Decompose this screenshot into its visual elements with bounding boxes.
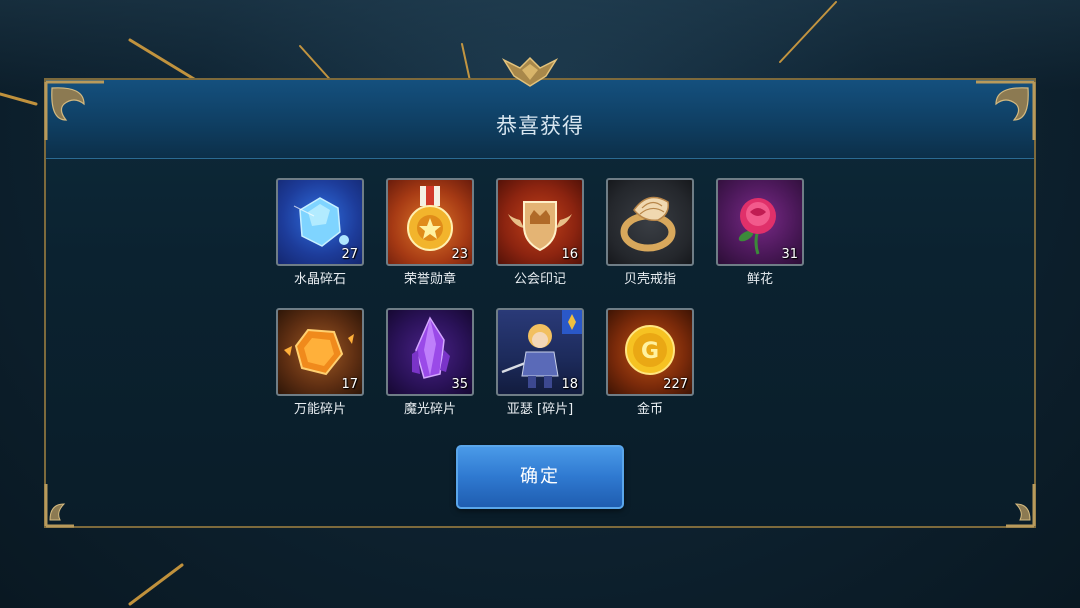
item-name: 荣誉勋章 (403, 272, 456, 287)
crest-emblem-icon (502, 56, 558, 87)
item-name: 魔光碎片 (403, 402, 456, 417)
corner-ornament-icon (1006, 484, 1036, 528)
reward-item[interactable]: 31 鲜花 (716, 178, 806, 287)
item-count: 35 (451, 377, 468, 392)
confirm-button[interactable]: 确定 (456, 445, 624, 509)
item-name: 公会印记 (513, 272, 566, 287)
item-count: 16 (561, 247, 578, 262)
reward-item[interactable]: 16 公会印记 (496, 178, 586, 287)
dialog-title: 恭喜获得 (496, 114, 584, 138)
confirm-button-label: 确定 (520, 466, 560, 487)
item-name: 亚瑟 [碎片] (506, 402, 574, 417)
item-name: 鲜花 (746, 272, 773, 287)
item-count: 31 (781, 247, 798, 262)
reward-item[interactable]: 27 水晶碎石 (276, 178, 366, 287)
reward-item[interactable]: G 227 金币 (606, 308, 696, 417)
reward-item[interactable]: 贝壳戒指 (606, 178, 696, 287)
reward-item[interactable]: 17 万能碎片 (276, 308, 366, 417)
corner-ornament-icon (976, 80, 1036, 140)
corner-ornament-icon (44, 80, 104, 140)
item-name: 金币 (636, 402, 663, 417)
item-count: 17 (341, 377, 358, 392)
item-count: 23 (451, 247, 468, 262)
reward-item[interactable]: 18 亚瑟 [碎片] (496, 308, 586, 417)
corner-ornament-icon (44, 484, 74, 528)
item-name: 贝壳戒指 (623, 272, 676, 287)
item-count: 227 (663, 377, 688, 392)
reward-item[interactable]: 23 荣誉勋章 (386, 178, 476, 287)
reward-item[interactable]: 35 魔光碎片 (386, 308, 476, 417)
item-name: 万能碎片 (293, 402, 346, 417)
shell-ring-icon (620, 196, 676, 252)
item-name: 水晶碎石 (293, 272, 346, 287)
svg-text:G: G (641, 339, 659, 364)
item-count: 27 (341, 247, 358, 262)
item-count: 18 (561, 377, 578, 392)
